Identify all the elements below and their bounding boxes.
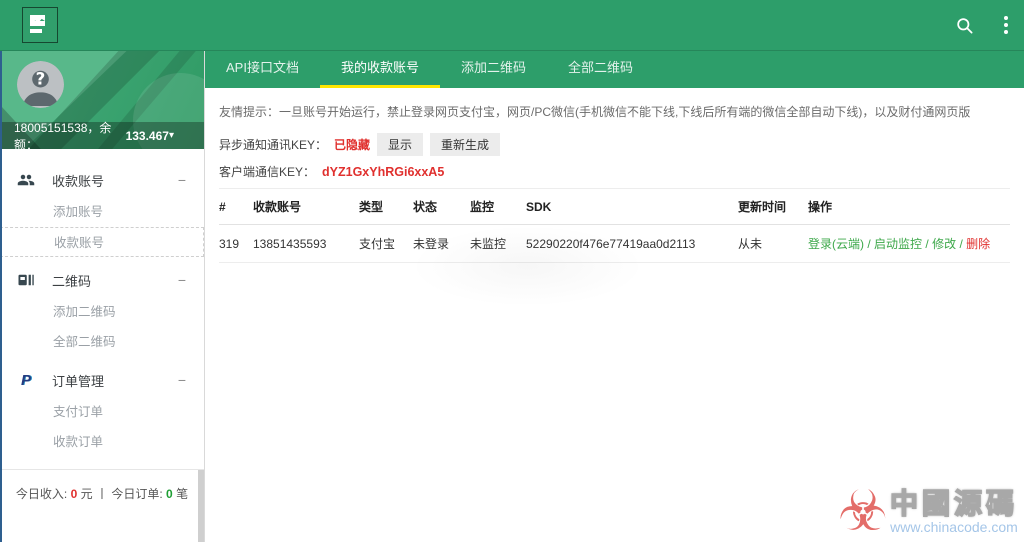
col-header-status: 状态 — [413, 188, 470, 225]
sidebar-group-orders[interactable]: P 订单管理 − — [0, 363, 204, 397]
app-logo-broken-image-icon[interactable] — [22, 7, 58, 43]
sidebar-item-pay-orders[interactable]: 支付订单 — [0, 397, 204, 427]
cell-sdk: 52290220f476e77419aa0d2113 — [526, 224, 738, 263]
sidebar-group-qrcode[interactable]: 二维码 − — [0, 263, 204, 297]
action-separator: / — [925, 237, 929, 251]
income-label: 今日收入: — [15, 487, 68, 501]
top-app-bar — [0, 0, 1024, 51]
action-start-monitor[interactable]: 启动监控 — [874, 237, 922, 251]
async-key-label: 异步通知通讯KEY： — [219, 138, 328, 152]
sidebar-item-all-qrcode[interactable]: 全部二维码 — [0, 327, 204, 357]
topbar-actions — [955, 16, 1008, 35]
action-separator: / — [867, 237, 871, 251]
sidebar-daily-stats: 今日收入: 0 元 丨 今日订单: 0 笔 — [0, 470, 204, 517]
action-separator: / — [959, 237, 963, 251]
income-unit: 元 — [80, 487, 93, 501]
app-window: ? 18005151538，余额： 133.467 ▾ 收款账号 − 添加账号 … — [0, 0, 1024, 542]
sidebar-group-accounts[interactable]: 收款账号 − — [0, 163, 204, 197]
group-label: 收款账号 — [52, 173, 105, 189]
chinacode-watermark: ☣ 中國源碼 www.chinacode.com — [838, 484, 1018, 540]
window-left-edge — [0, 51, 2, 542]
user-avatar[interactable]: ? — [17, 61, 64, 108]
user-balance: 133.467 — [125, 128, 169, 143]
main-area: API接口文档 我的收款账号 添加二维码 全部二维码 友情提示：一旦账号开始运行… — [205, 51, 1024, 542]
more-menu-icon[interactable] — [1004, 16, 1008, 34]
orders-label: 今日订单: — [111, 487, 163, 501]
cell-id: 319 — [219, 224, 253, 263]
tab-bar: API接口文档 我的收款账号 添加二维码 全部二维码 — [205, 51, 1024, 88]
cell-actions: 登录(云端) / 启动监控 / 修改 / 删除 — [808, 224, 1010, 263]
cell-type: 支付宝 — [359, 224, 413, 263]
sidebar-item-add-qrcode[interactable]: 添加二维码 — [0, 297, 204, 327]
action-delete[interactable]: 删除 — [966, 237, 990, 251]
group-label: 订单管理 — [52, 373, 105, 389]
sidebar-menu: 收款账号 − 添加账号 收款账号 二维码 − 添加二维码 全部二维码 P 订单管… — [0, 149, 204, 517]
accounts-table: # 收款账号 类型 状态 监控 SDK 更新时间 操作 319 13851435… — [219, 188, 1010, 263]
col-header-sdk: SDK — [526, 188, 738, 225]
content-panel: 友情提示：一旦账号开始运行，禁止登录网页支付宝，网页/PC微信(手机微信不能下线… — [205, 88, 1024, 542]
chevron-down-icon[interactable]: ▾ — [169, 130, 174, 141]
collapse-minus-icon[interactable]: − — [178, 172, 188, 188]
tab-api-docs[interactable]: API接口文档 — [205, 51, 320, 88]
user-phone-balance: 18005151538，余额： — [14, 120, 112, 150]
col-header-id: # — [219, 188, 253, 225]
async-key-row: 异步通知通讯KEY： 已隐藏 显示 重新生成 — [219, 133, 1010, 156]
regenerate-key-button[interactable]: 重新生成 — [430, 133, 501, 156]
income-value: 0 — [70, 487, 78, 501]
tab-my-accounts[interactable]: 我的收款账号 — [319, 51, 440, 88]
watermark-url: www.chinacode.com — [890, 518, 1018, 535]
cell-updated: 从未 — [738, 224, 808, 263]
orders-unit: 笔 — [176, 487, 189, 501]
sidebar: ? 18005151538，余额： 133.467 ▾ 收款账号 − 添加账号 … — [0, 51, 205, 542]
col-header-actions: 操作 — [808, 188, 1010, 225]
group-label: 二维码 — [52, 273, 92, 289]
paypal-icon: P — [20, 371, 31, 389]
action-login-cloud[interactable]: 登录(云端) — [808, 237, 864, 251]
cell-monitor: 未监控 — [470, 224, 526, 263]
col-header-type: 类型 — [359, 188, 413, 225]
sidebar-header: ? 18005151538，余额： 133.467 ▾ — [0, 51, 204, 149]
idcard-bars-icon — [16, 271, 36, 289]
col-header-monitor: 监控 — [470, 188, 526, 225]
collapse-minus-icon[interactable]: − — [178, 272, 188, 288]
svg-text:?: ? — [36, 70, 46, 89]
table-header-row: # 收款账号 类型 状态 监控 SDK 更新时间 操作 — [219, 188, 1010, 225]
sidebar-item-add-account[interactable]: 添加账号 — [0, 197, 204, 227]
col-header-account: 收款账号 — [253, 188, 359, 225]
tab-add-qrcode[interactable]: 添加二维码 — [440, 51, 547, 88]
async-key-status: 已隐藏 — [334, 138, 371, 152]
table-row: 319 13851435593 支付宝 未登录 未监控 52290220f476… — [219, 224, 1010, 263]
logo-glyph-part — [30, 29, 42, 33]
tab-all-qrcode[interactable]: 全部二维码 — [547, 51, 654, 88]
cell-status: 未登录 — [413, 224, 470, 263]
biohazard-logo-icon: ☣ — [837, 479, 888, 542]
col-header-updated: 更新时间 — [738, 188, 808, 225]
client-key-row: 客户端通信KEY： dYZ1GxYhRGi6xxA5 — [219, 163, 1010, 180]
action-edit[interactable]: 修改 — [932, 237, 956, 251]
search-icon[interactable] — [955, 16, 974, 35]
sidebar-item-accounts-selected[interactable]: 收款账号 — [0, 227, 204, 257]
show-key-button[interactable]: 显示 — [377, 133, 424, 156]
cell-account: 13851435593 — [253, 224, 359, 263]
users-icon — [16, 171, 36, 189]
user-info-bar[interactable]: 18005151538，余额： 133.467 ▾ — [0, 120, 204, 150]
sidebar-item-receive-orders[interactable]: 收款订单 — [0, 427, 204, 457]
stats-separator: 丨 — [95, 487, 108, 501]
client-key-value: dYZ1GxYhRGi6xxA5 — [322, 164, 445, 179]
client-key-label: 客户端通信KEY： — [219, 165, 316, 179]
sidebar-scrollbar-thumb[interactable] — [198, 470, 204, 542]
orders-value: 0 — [166, 487, 173, 501]
friendly-notice: 友情提示：一旦账号开始运行，禁止登录网页支付宝，网页/PC微信(手机微信不能下线… — [219, 105, 971, 119]
body-row: ? 18005151538，余额： 133.467 ▾ 收款账号 − 添加账号 … — [0, 51, 1024, 542]
collapse-minus-icon[interactable]: − — [178, 372, 188, 388]
watermark-title: 中國源碼 — [889, 487, 1018, 521]
